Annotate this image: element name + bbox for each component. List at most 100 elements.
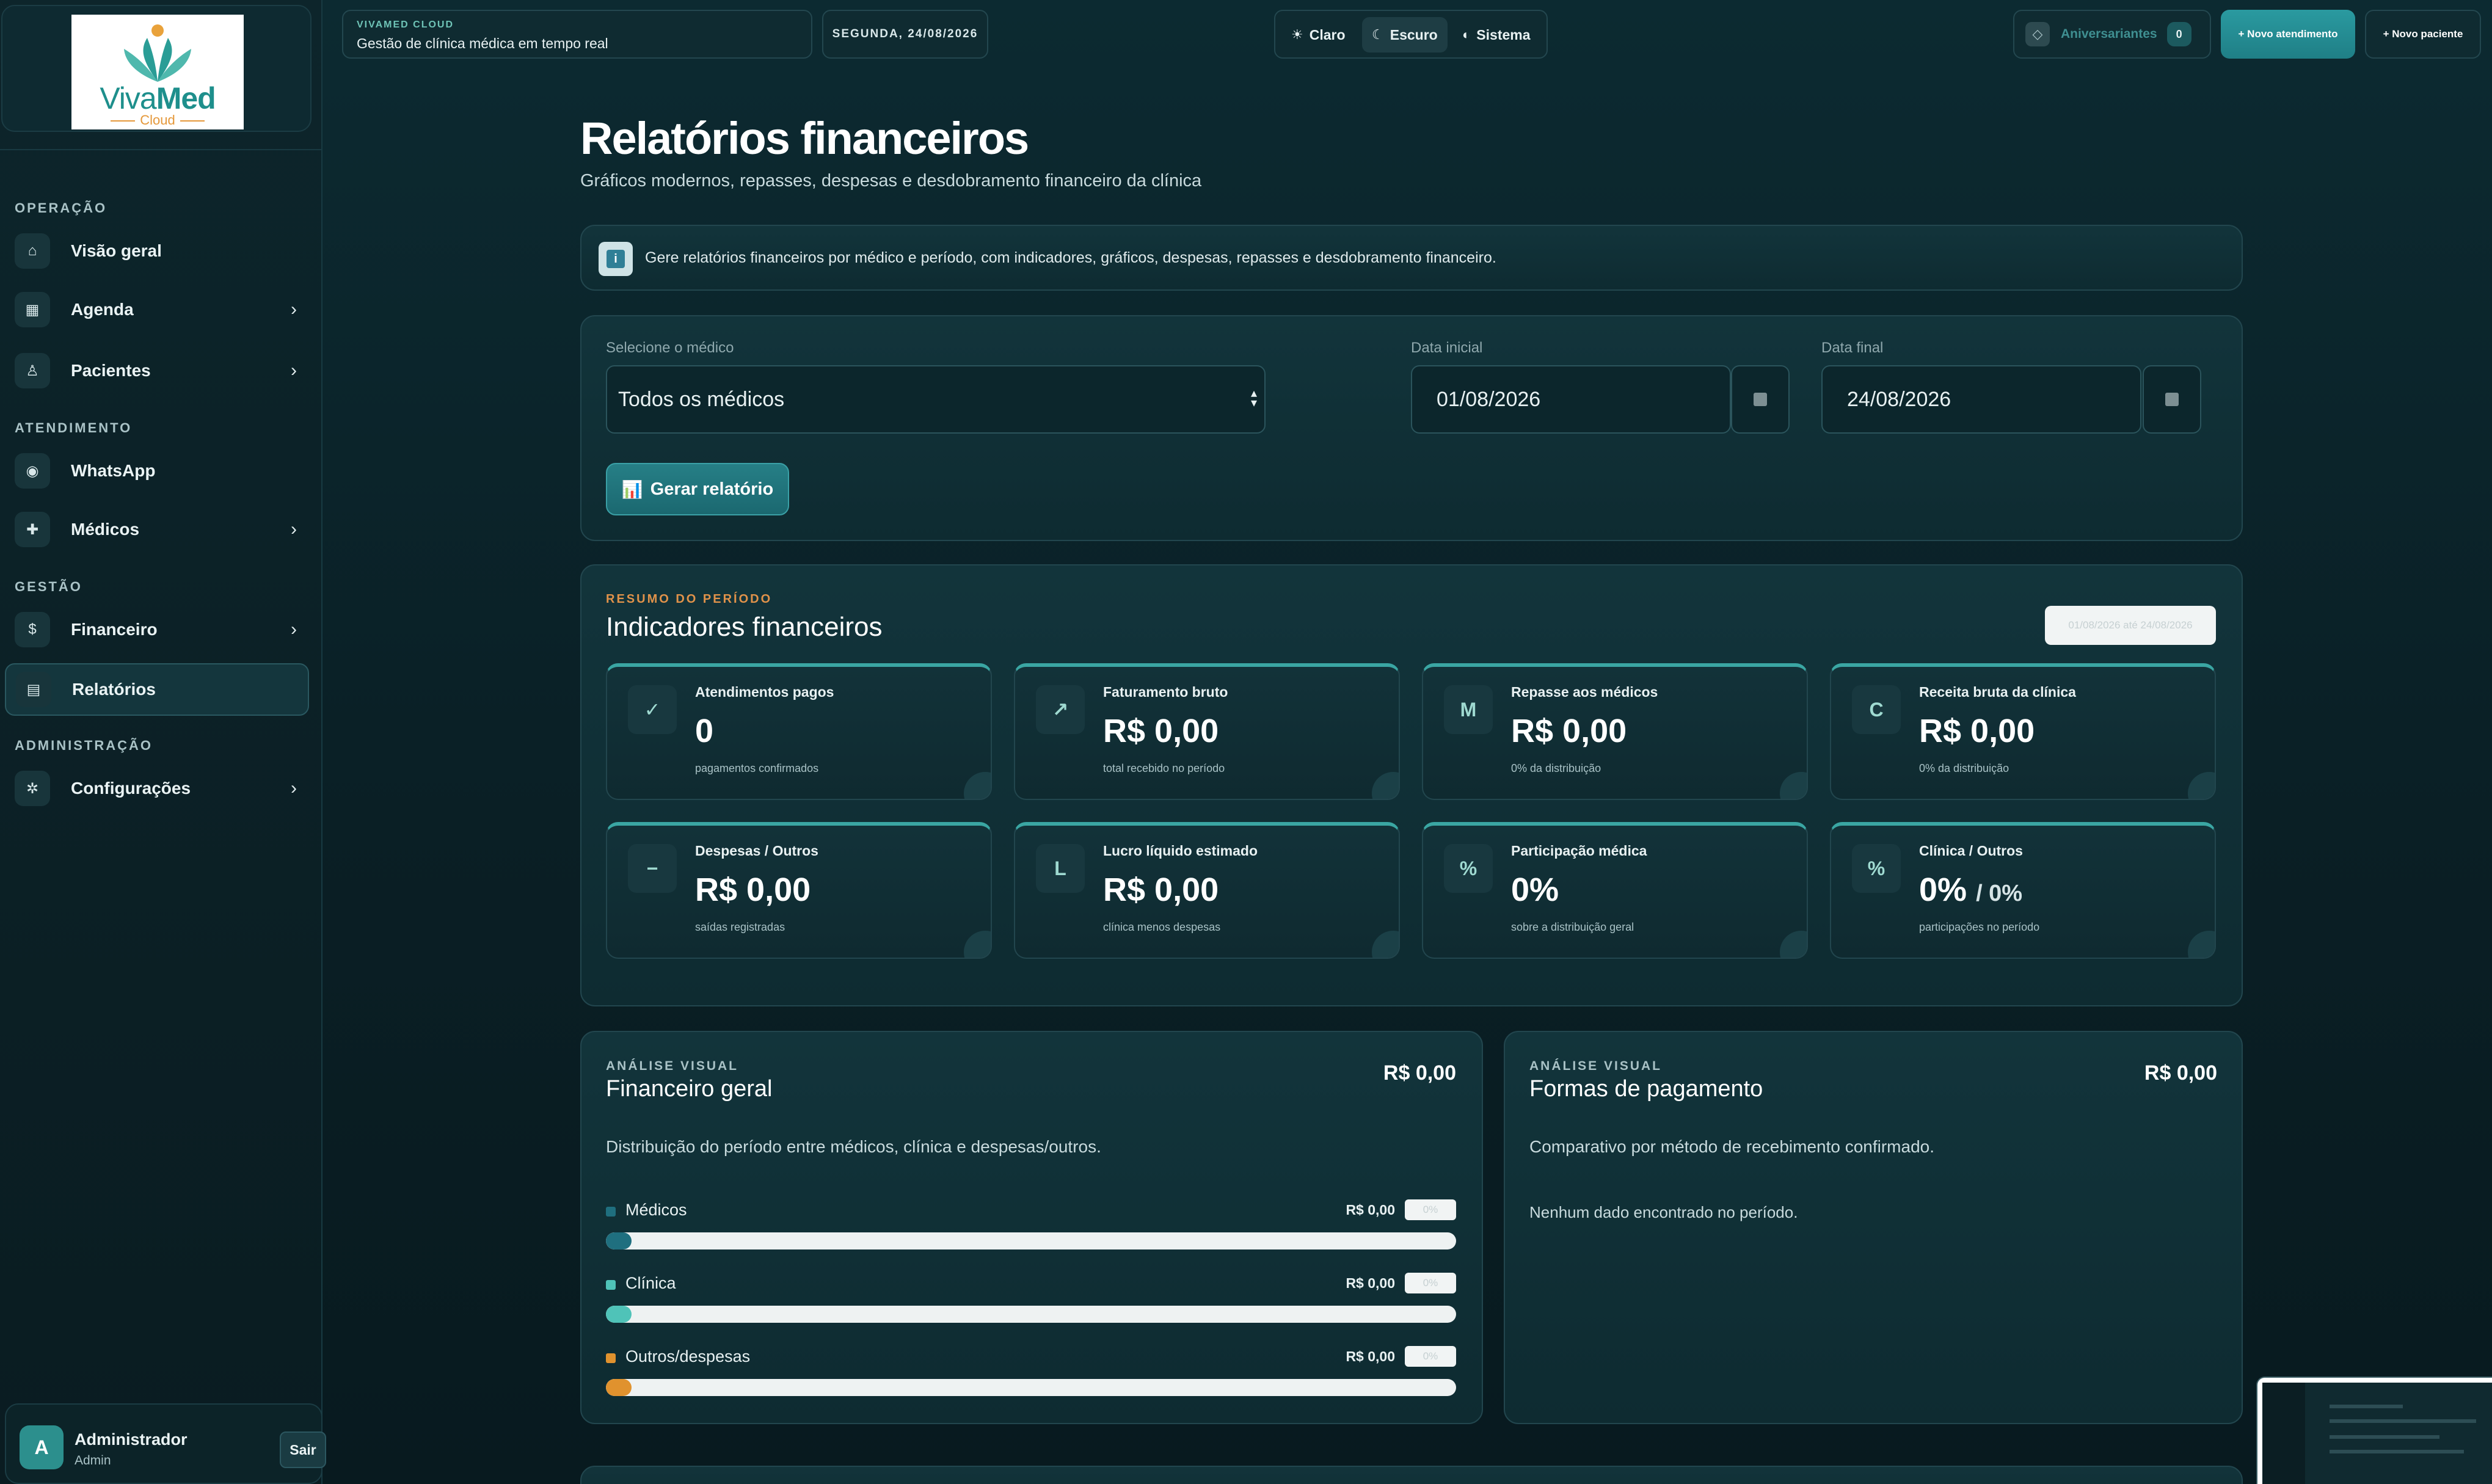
financeiro-geral-title: Financeiro geral <box>606 1076 773 1102</box>
sidebar-item-agenda[interactable]: ▦ Agenda › <box>5 283 309 336</box>
sidebar-item-relatorios[interactable]: ▤ Relatórios <box>5 663 309 716</box>
moon-icon: ☾ <box>1372 27 1384 42</box>
kpi-corner-decoration <box>964 931 991 958</box>
distribution-name: Clínica <box>625 1274 676 1292</box>
doctor-select[interactable]: Todos os médicos ▴ ▾ <box>606 365 1266 434</box>
distribution-percent-badge: 0% <box>1405 1346 1456 1367</box>
info-icon: i <box>599 242 633 276</box>
chevron-right-icon: › <box>291 619 297 639</box>
end-date-label: Data final <box>1821 340 1884 356</box>
kpi-value-main: R$ 0,00 <box>1103 871 1219 908</box>
empty-state-text: Nenhum dado encontrado no período. <box>1529 1203 1798 1221</box>
sidebar-item-label: Relatórios <box>72 680 156 699</box>
kpi-label: Faturamento bruto <box>1103 684 1228 700</box>
financeiro-geral-description: Distribuição do período entre médicos, c… <box>606 1137 1101 1156</box>
brand-pill: VIVAMED CLOUD Gestão de clínica médica e… <box>342 10 812 59</box>
select-arrows-icon: ▴ ▾ <box>1250 387 1257 410</box>
logout-button[interactable]: Sair <box>280 1431 326 1468</box>
avatar: A <box>20 1425 64 1469</box>
kpi-label: Despesas / Outros <box>695 843 818 859</box>
kpi-subtext: saídas registradas <box>695 921 785 933</box>
theme-switcher: ☀ Claro ☾ Escuro ◐ Sistema <box>1274 10 1548 59</box>
doctor-select-value: Todos os médicos <box>618 387 785 411</box>
dollar-icon: $ <box>15 612 50 647</box>
progress-track <box>606 1379 1456 1396</box>
half-circle-icon: ◐ <box>1462 27 1471 42</box>
kpi-subtext: total recebido no período <box>1103 762 1225 774</box>
distribution-row-clinica: Clínica R$ 0,00 0% <box>606 1273 1456 1323</box>
kpi-card-repasse-medicos: M Repasse aos médicos R$ 0,00 0% da distrib… <box>1422 663 1808 800</box>
gift-icon: ◇ <box>2025 22 2050 46</box>
birthdays-button[interactable]: ◇ Aniversariantes 0 <box>2013 10 2211 59</box>
section-label-administracao: ADMINISTRAÇÃO <box>15 738 153 753</box>
sidebar-item-financeiro[interactable]: $ Financeiro › <box>5 603 309 656</box>
logo-name-bold: Med <box>156 81 216 115</box>
new-appointment-button[interactable]: + Novo atendimento <box>2221 10 2355 59</box>
logo-subtitle: Cloud <box>71 112 244 128</box>
page-subtitle: Gráficos modernos, repasses, despesas e … <box>580 171 1202 191</box>
theme-light-button[interactable]: ☀ Claro <box>1281 17 1355 53</box>
kpi-value-main: 0% <box>1919 871 1967 908</box>
theme-system-label: Sistema <box>1476 26 1531 43</box>
start-date-calendar-button[interactable] <box>1731 365 1790 434</box>
chevron-right-icon: › <box>291 519 297 539</box>
kpi-value: R$ 0,00 <box>1103 871 1219 909</box>
kpi-card-lucro-liquido: L Lucro líquido estimado R$ 0,00 clínica me… <box>1014 822 1400 959</box>
sidebar-item-pacientes[interactable]: ♙ Pacientes › <box>5 344 309 397</box>
brand-tag: VIVAMED CLOUD <box>357 20 454 30</box>
bar-chart-icon: 📊 <box>621 479 643 499</box>
user-role: Admin <box>75 1453 111 1468</box>
distribution-name: Outros/despesas <box>625 1347 751 1366</box>
kpi-value: 0% / 0% <box>1919 871 2022 909</box>
kpi-value: 0% <box>1511 871 1559 909</box>
kpi-subtext: sobre a distribuição geral <box>1511 921 1634 933</box>
distribution-percent-badge: 0% <box>1405 1273 1456 1293</box>
vivamed-logo[interactable]: VivaMed Cloud <box>71 15 244 129</box>
theme-dark-button[interactable]: ☾ Escuro <box>1362 17 1448 53</box>
progress-fill <box>606 1306 632 1323</box>
kpi-label: Clínica / Outros <box>1919 843 2023 859</box>
sidebar-item-medicos[interactable]: ✚ Médicos › <box>5 503 309 556</box>
sidebar-item-configuracoes[interactable]: ✲ Configurações › <box>5 762 309 815</box>
sidebar-divider <box>0 149 322 150</box>
medical-cross-icon: ✚ <box>15 512 50 547</box>
next-section-card <box>580 1466 2243 1484</box>
kpi-corner-decoration <box>2188 931 2215 958</box>
kpi-value-main: R$ 0,00 <box>1919 713 2035 749</box>
legend-dot <box>606 1280 616 1290</box>
logo-name: Viva <box>100 81 156 115</box>
progress-track <box>606 1232 1456 1249</box>
kpi-value: R$ 0,00 <box>1103 712 1219 750</box>
section-label-operacao: OPERAÇÃO <box>15 200 107 216</box>
financeiro-geral-total: R$ 0,00 <box>1383 1061 1456 1085</box>
distribution-amount: R$ 0,00 <box>1346 1348 1395 1364</box>
kpi-label: Atendimentos pagos <box>695 684 834 700</box>
sidebar-item-label: Pacientes <box>71 361 151 380</box>
kpi-corner-decoration <box>1372 931 1399 958</box>
kpi-card-faturamento-bruto: ↗ Faturamento bruto R$ 0,00 total recebido … <box>1014 663 1400 800</box>
theme-system-button[interactable]: ◐ Sistema <box>1452 17 1540 53</box>
progress-fill <box>606 1232 632 1249</box>
summary-eyebrow: RESUMO DO PERÍODO <box>606 592 773 606</box>
screenshot-thumbnail[interactable] <box>2256 1377 2492 1484</box>
summary-title: Indicadores financeiros <box>606 612 883 642</box>
end-date-calendar-button[interactable] <box>2143 365 2201 434</box>
kpi-subtext: 0% da distribuição <box>1919 762 2009 774</box>
kpi-value-main: 0% <box>1511 871 1559 908</box>
calendar-icon: ▦ <box>15 292 50 327</box>
end-date-input[interactable]: 24/08/2026 <box>1821 365 2141 434</box>
generate-report-button[interactable]: 📊 Gerar relatório <box>606 463 789 515</box>
distribution-row-medicos: Médicos R$ 0,00 0% <box>606 1199 1456 1249</box>
sidebar: VivaMed Cloud OPERAÇÃO ⌂ Visão geral ▦ A… <box>0 0 326 1484</box>
chevron-right-icon: › <box>291 360 297 380</box>
sidebar-item-whatsapp[interactable]: ◉ WhatsApp <box>5 445 309 497</box>
kpi-value-extra: / 0% <box>1976 881 2023 906</box>
kpi-corner-decoration <box>1780 931 1807 958</box>
sidebar-item-visao-geral[interactable]: ⌂ Visão geral <box>5 225 309 277</box>
kpi-subtext: 0% da distribuição <box>1511 762 1601 774</box>
kpi-icon: % <box>1444 844 1493 893</box>
kpi-corner-decoration <box>2188 772 2215 799</box>
start-date-input[interactable]: 01/08/2026 <box>1411 365 1731 434</box>
new-patient-button[interactable]: + Novo paciente <box>2365 10 2481 59</box>
generate-report-label: Gerar relatório <box>650 479 774 499</box>
